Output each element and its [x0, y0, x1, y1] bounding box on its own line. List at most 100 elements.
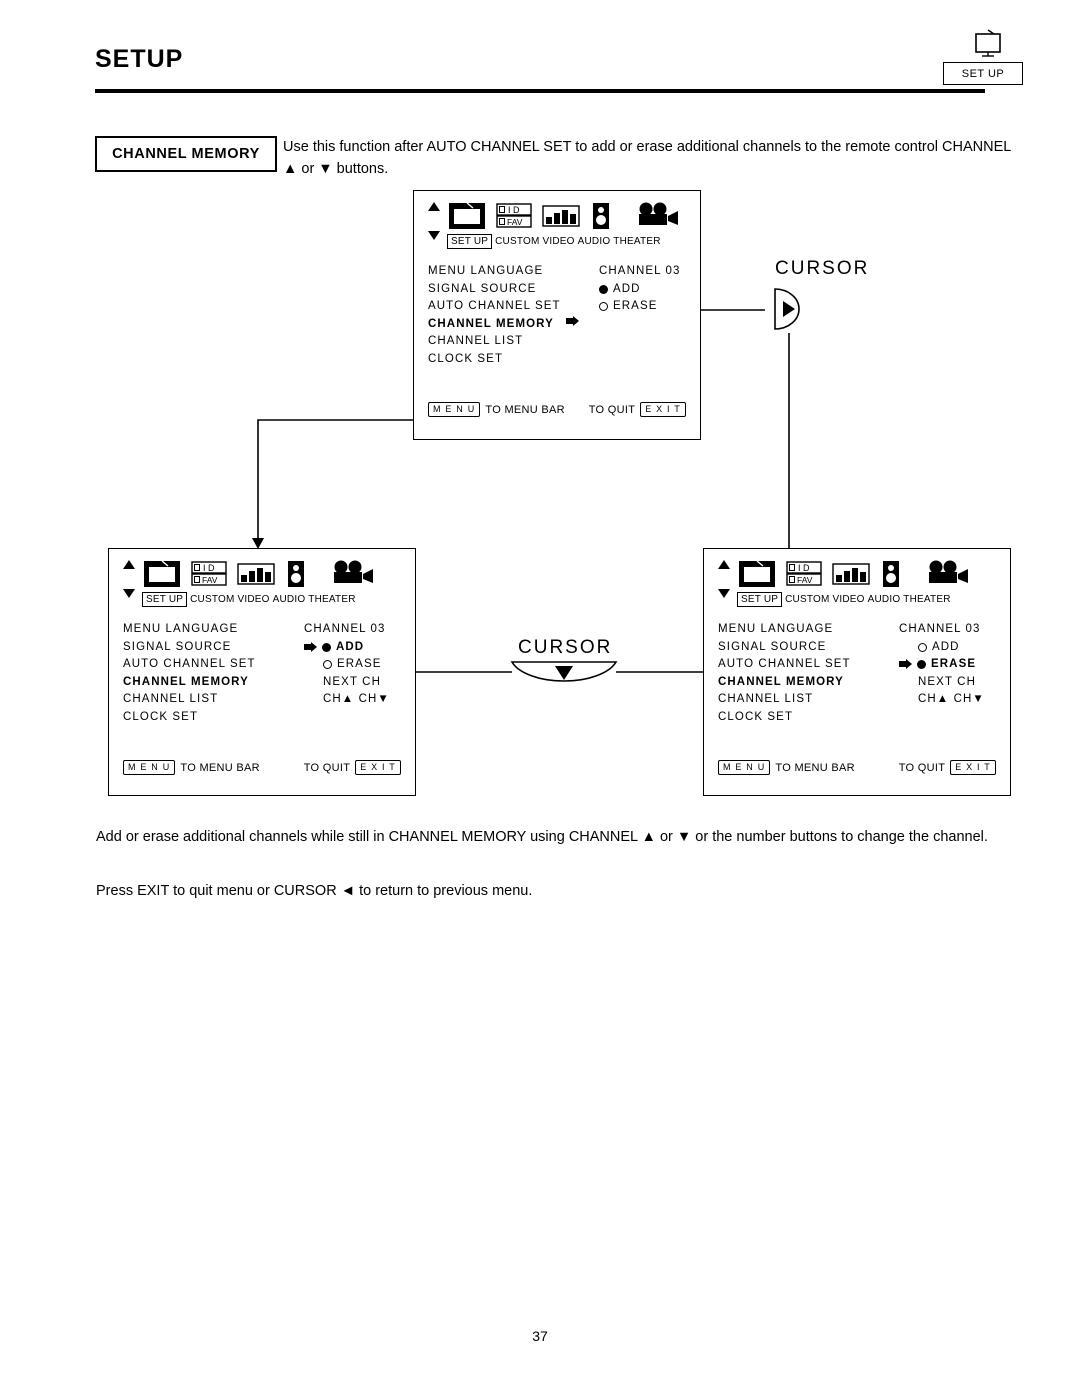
menu-item-menu-language[interactable]: MENU LANGUAGE: [428, 263, 579, 281]
option-erase[interactable]: ERASE: [899, 656, 985, 674]
menu-item-clock-set[interactable]: CLOCK SET: [428, 351, 579, 369]
icon-bar-labels: SET UP CUSTOM VIDEO AUDIO THEATER: [737, 592, 951, 607]
video-bars-icon[interactable]: [236, 559, 276, 589]
icon-label-video: VIDEO: [237, 594, 270, 605]
menu-item-signal-source[interactable]: SIGNAL SOURCE: [428, 281, 579, 299]
triangle-up-icon[interactable]: [718, 560, 730, 569]
video-bars-icon[interactable]: [541, 201, 581, 231]
osd-footer: M E N U TO MENU BAR TO QUIT E X I T: [123, 760, 401, 775]
menu-item-clock-set[interactable]: CLOCK SET: [718, 709, 851, 727]
triangle-down-icon[interactable]: [718, 589, 730, 598]
menu-item-signal-source[interactable]: SIGNAL SOURCE: [123, 639, 256, 657]
audio-speaker-icon[interactable]: [878, 559, 918, 589]
option-add[interactable]: ADD: [304, 639, 390, 657]
scroll-arrows: [123, 559, 135, 598]
option-add[interactable]: ADD: [599, 281, 681, 299]
exit-key-icon[interactable]: E X I T: [950, 760, 996, 775]
cursor-down-button[interactable]: [510, 660, 618, 692]
feature-badge: CHANNEL MEMORY: [95, 136, 277, 172]
audio-speaker-icon[interactable]: [283, 559, 323, 589]
icon-bar-labels: SET UP CUSTOM VIDEO AUDIO THEATER: [142, 592, 356, 607]
menu-item-channel-memory[interactable]: CHANNEL MEMORY: [428, 315, 580, 334]
menu-item-menu-language[interactable]: MENU LANGUAGE: [123, 621, 256, 639]
tv-setup-icon[interactable]: [737, 559, 777, 589]
quit-text: TO QUIT: [588, 403, 636, 416]
cursor-pointer-icon: [304, 641, 317, 653]
quit-text: TO QUIT: [303, 761, 351, 774]
triangle-up-icon[interactable]: [428, 202, 440, 211]
menu-item-channel-memory[interactable]: CHANNEL MEMORY: [718, 674, 851, 692]
icon-label-theater: THEATER: [308, 594, 356, 605]
icon-label-audio: AUDIO: [272, 594, 306, 605]
menu-item-menu-language[interactable]: MENU LANGUAGE: [718, 621, 851, 639]
cursor-right-button[interactable]: [769, 285, 809, 333]
page-title: SETUP: [95, 45, 184, 73]
body-paragraph-2: Press EXIT to quit menu or CURSOR ◄ to r…: [96, 883, 533, 899]
svg-text:I D: I D: [798, 563, 810, 573]
cursor-pointer-icon: [566, 315, 580, 327]
body-paragraph-1: Add or erase additional channels while s…: [96, 829, 988, 845]
id-fav-custom-icon[interactable]: I D FAV: [189, 559, 229, 589]
icon-label-setup: SET UP: [737, 592, 783, 607]
option-add[interactable]: ADD: [899, 639, 985, 657]
triangle-down-icon[interactable]: [123, 589, 135, 598]
tv-icon: [968, 28, 1008, 60]
id-fav-custom-icon[interactable]: I D FAV: [494, 201, 534, 231]
triangle-down-icon[interactable]: [428, 231, 440, 240]
menu-list: MENU LANGUAGE SIGNAL SOURCE AUTO CHANNEL…: [123, 621, 256, 726]
option-erase[interactable]: ERASE: [304, 656, 390, 674]
svg-text:FAV: FAV: [507, 217, 523, 227]
theater-projector-icon[interactable]: [330, 559, 376, 589]
option-erase-label: ERASE: [931, 658, 977, 670]
menu-bar-text: TO MENU BAR: [485, 403, 565, 416]
exit-key-icon[interactable]: E X I T: [355, 760, 401, 775]
osd-screen-top: I D FAV SET UP CUSTOM VIDEO AUDIO THEATE…: [413, 190, 701, 440]
option-add-label: ADD: [613, 282, 641, 295]
option-ch-updown: CH▲ CH▼: [304, 691, 390, 709]
tv-setup-icon[interactable]: [142, 559, 182, 589]
option-add-label: ADD: [336, 640, 365, 653]
osd-screen-left: I D FAV SET UP CUSTOM VIDEO AUDIO THEATE…: [108, 548, 416, 796]
options-column: CHANNEL 03 ADD ERASE: [599, 263, 681, 316]
menu-item-auto-channel-set[interactable]: AUTO CHANNEL SET: [428, 298, 579, 316]
page-number: 37: [532, 1328, 548, 1344]
option-ch-updown-label: CH▲ CH▼: [918, 693, 985, 705]
menu-key-icon[interactable]: M E N U: [123, 760, 176, 775]
menu-key-icon[interactable]: M E N U: [718, 760, 771, 775]
option-erase-label: ERASE: [613, 300, 658, 312]
exit-key-icon[interactable]: E X I T: [640, 402, 686, 417]
audio-speaker-icon[interactable]: [588, 201, 628, 231]
menu-item-clock-set[interactable]: CLOCK SET: [123, 709, 256, 727]
scroll-arrows: [428, 201, 440, 240]
menu-item-auto-channel-set[interactable]: AUTO CHANNEL SET: [718, 656, 851, 674]
menu-item-signal-source[interactable]: SIGNAL SOURCE: [718, 639, 851, 657]
cursor-label-top: CURSOR: [775, 258, 870, 279]
video-bars-icon[interactable]: [831, 559, 871, 589]
radio-add-icon: [322, 642, 331, 652]
id-fav-custom-icon[interactable]: I D FAV: [784, 559, 824, 589]
menu-item-channel-list[interactable]: CHANNEL LIST: [718, 691, 851, 709]
page-header: SETUP: [95, 45, 985, 74]
icon-label-audio: AUDIO: [867, 594, 901, 605]
icon-label-audio: AUDIO: [577, 236, 611, 247]
menu-item-channel-memory-label: CHANNEL MEMORY: [428, 317, 554, 330]
icon-label-custom: CUSTOM: [495, 236, 540, 247]
radio-erase-icon: [917, 660, 926, 670]
radio-add-icon: [599, 284, 608, 294]
tv-setup-icon[interactable]: [447, 201, 487, 231]
menu-item-auto-channel-set[interactable]: AUTO CHANNEL SET: [123, 656, 256, 674]
icon-label-video: VIDEO: [832, 594, 865, 605]
triangle-up-icon[interactable]: [123, 560, 135, 569]
osd-footer: M E N U TO MENU BAR TO QUIT E X I T: [428, 402, 686, 417]
option-erase[interactable]: ERASE: [599, 298, 681, 316]
menu-item-channel-list[interactable]: CHANNEL LIST: [428, 333, 579, 351]
feature-intro-text: Use this function after AUTO CHANNEL SET…: [283, 139, 1011, 177]
menu-key-icon[interactable]: M E N U: [428, 402, 481, 417]
menu-item-channel-list[interactable]: CHANNEL LIST: [123, 691, 256, 709]
options-column: CHANNEL 03 ADD ERASE NEXT CH CH▲ CH▼: [899, 621, 985, 709]
theater-projector-icon[interactable]: [635, 201, 681, 231]
radio-add-icon: [918, 642, 927, 652]
menu-list: MENU LANGUAGE SIGNAL SOURCE AUTO CHANNEL…: [718, 621, 851, 726]
theater-projector-icon[interactable]: [925, 559, 971, 589]
menu-item-channel-memory[interactable]: CHANNEL MEMORY: [123, 674, 256, 692]
